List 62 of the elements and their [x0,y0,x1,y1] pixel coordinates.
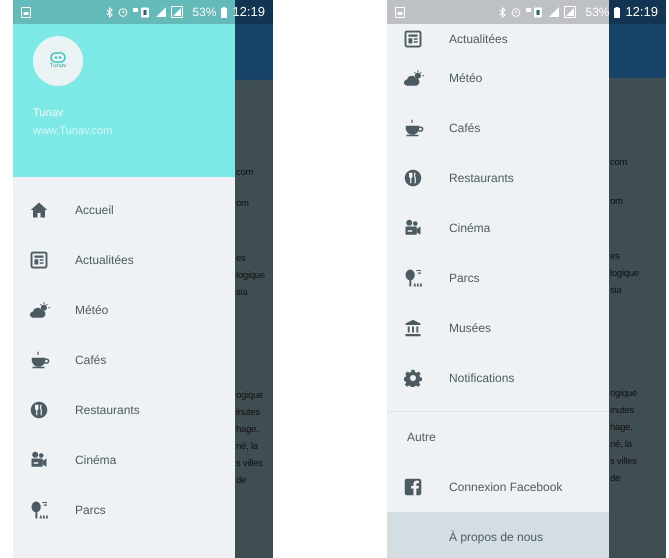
movie-camera-icon [30,451,48,469]
facebook-icon [404,478,422,496]
menu-item[interactable]: Restaurants [13,385,235,435]
cloud-sun-icon [30,301,50,319]
sim-card-icon [526,6,544,18]
tree-icon [30,500,50,520]
background-text: com [235,166,254,180]
menu-item[interactable]: Cinéma [387,203,609,253]
background-text: om [235,197,250,211]
background-text: es logique sia [609,250,640,298]
background-text: ogique inutes hage. né, la s villes de [235,389,264,488]
section-heading: Autre [406,429,437,446]
battery-percentage: 53% [585,4,610,21]
menu-item[interactable]: Actualitées [387,24,609,53]
menu-item[interactable]: Notifications [387,353,609,403]
battery-percentage: 53% [192,4,216,21]
alarm-icon [511,7,522,17]
menu-item[interactable]: Parcs [387,253,609,303]
notification-icon [21,6,31,18]
menu-item[interactable]: Accueil [13,185,235,235]
movie-camera-icon [404,219,422,237]
newspaper-icon [30,251,48,269]
menu-item[interactable]: Météo [13,285,235,335]
menu-item[interactable]: Restaurants [387,153,609,203]
signal-icon [549,7,560,17]
menu-item[interactable]: Musées [387,303,609,353]
menu-item[interactable]: À propos de nous [387,512,609,558]
background-text: com [609,156,628,170]
background-text: om [609,195,624,209]
account-name: Tunav [33,106,64,120]
menu-item[interactable]: Météo [387,53,609,103]
tree-icon [404,268,424,288]
signal-icon [564,6,576,18]
menu-item[interactable]: Cinéma [13,435,235,485]
newspaper-icon [404,30,422,48]
battery-icon [221,6,228,18]
sim-card-icon [133,6,152,18]
menu-item[interactable]: Connexion Facebook [387,462,609,512]
museum-icon [404,319,422,337]
account-url: www.Tunav.com [33,124,114,138]
menu-item[interactable]: Cafés [387,103,609,153]
notification-icon [395,6,405,18]
signal-icon [171,6,184,18]
signal-icon [156,7,166,17]
coffee-cup-icon [404,119,424,137]
logo-icon [50,52,66,63]
home-icon [30,201,48,219]
bluetooth-icon [106,6,114,18]
cloud-sun-icon [404,69,424,87]
battery-icon [614,6,620,18]
background-text: ogique inutes hage. né, la s villes de [609,387,638,486]
clock-time: 12:19 [625,3,658,22]
coffee-cup-icon [30,351,50,369]
background-text: es logique sia [235,252,266,300]
alarm-icon [118,7,128,17]
menu-item[interactable]: Cafés [13,335,235,385]
fork-knife-icon [30,401,48,419]
settings-icon [404,369,422,387]
bluetooth-icon [499,6,506,18]
menu-item[interactable]: Parcs [13,485,235,535]
fork-knife-icon [404,169,422,187]
menu-item[interactable]: Actualitées [13,235,235,285]
